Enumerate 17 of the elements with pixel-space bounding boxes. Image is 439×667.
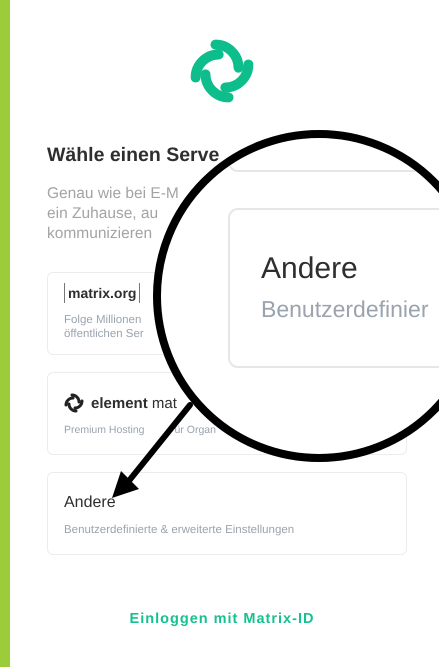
brand-name: element mat (91, 394, 177, 412)
element-logo-icon (64, 393, 84, 413)
app-logo-icon (189, 38, 255, 104)
card-title: Andere (64, 494, 116, 512)
magnified-description: Benutzerdefinier (261, 296, 428, 323)
card-description: ür Organ (174, 423, 216, 437)
description-text: Genau wie bei E-M (47, 184, 179, 204)
heading: Wähle einen Serve (47, 144, 220, 168)
server-option[interactable]: Andere Benutzerdefinierte & erweiterte Einstellungen (47, 472, 407, 555)
card-description: Folge Millionen (64, 313, 142, 327)
magnified-title: Andere (261, 252, 358, 286)
matrix-logo: matrix.org (64, 283, 140, 303)
card-description: Premium Hosting (64, 423, 145, 437)
description-text: kommunizieren (47, 224, 152, 244)
description-text: ein Zuhause, au (47, 204, 158, 224)
card-description: Benutzerdefinierte & erweiterte Einstellungen (64, 523, 294, 537)
card-description: öffentlichen Ser (64, 327, 144, 341)
